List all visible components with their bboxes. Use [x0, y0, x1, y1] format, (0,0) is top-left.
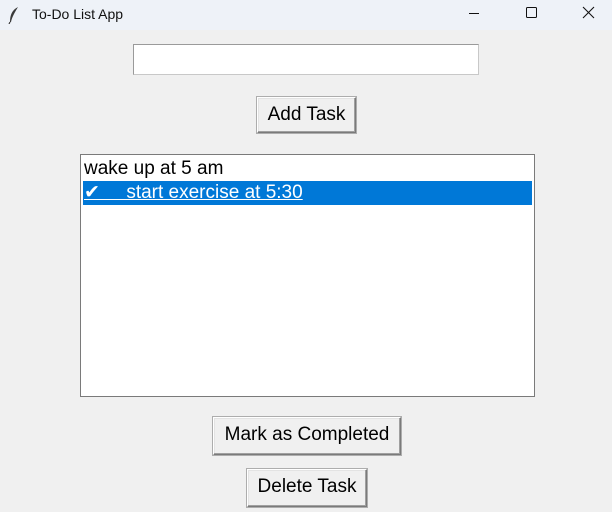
minimize-icon: [469, 13, 479, 14]
minimize-button[interactable]: [446, 0, 502, 30]
task-list[interactable]: wake up at 5 am ✔ start exercise at 5:30: [80, 154, 535, 397]
mark-completed-button[interactable]: Mark as Completed: [213, 417, 401, 455]
task-item-label: ✔ start exercise at 5:30: [84, 182, 303, 203]
maximize-button[interactable]: [503, 0, 559, 30]
window-title: To-Do List App: [32, 6, 124, 22]
maximize-icon: [526, 7, 537, 18]
delete-task-button[interactable]: Delete Task: [247, 469, 367, 507]
task-item-selected[interactable]: ✔ start exercise at 5:30: [83, 181, 532, 205]
feather-icon: [8, 6, 20, 25]
close-button[interactable]: [560, 0, 612, 30]
add-task-button[interactable]: Add Task: [257, 97, 356, 133]
task-input[interactable]: [133, 44, 479, 75]
task-item-label: wake up at 5 am: [84, 158, 224, 179]
task-item[interactable]: wake up at 5 am: [83, 157, 532, 181]
close-icon: [582, 6, 595, 19]
title-bar[interactable]: To-Do List App: [0, 0, 612, 30]
